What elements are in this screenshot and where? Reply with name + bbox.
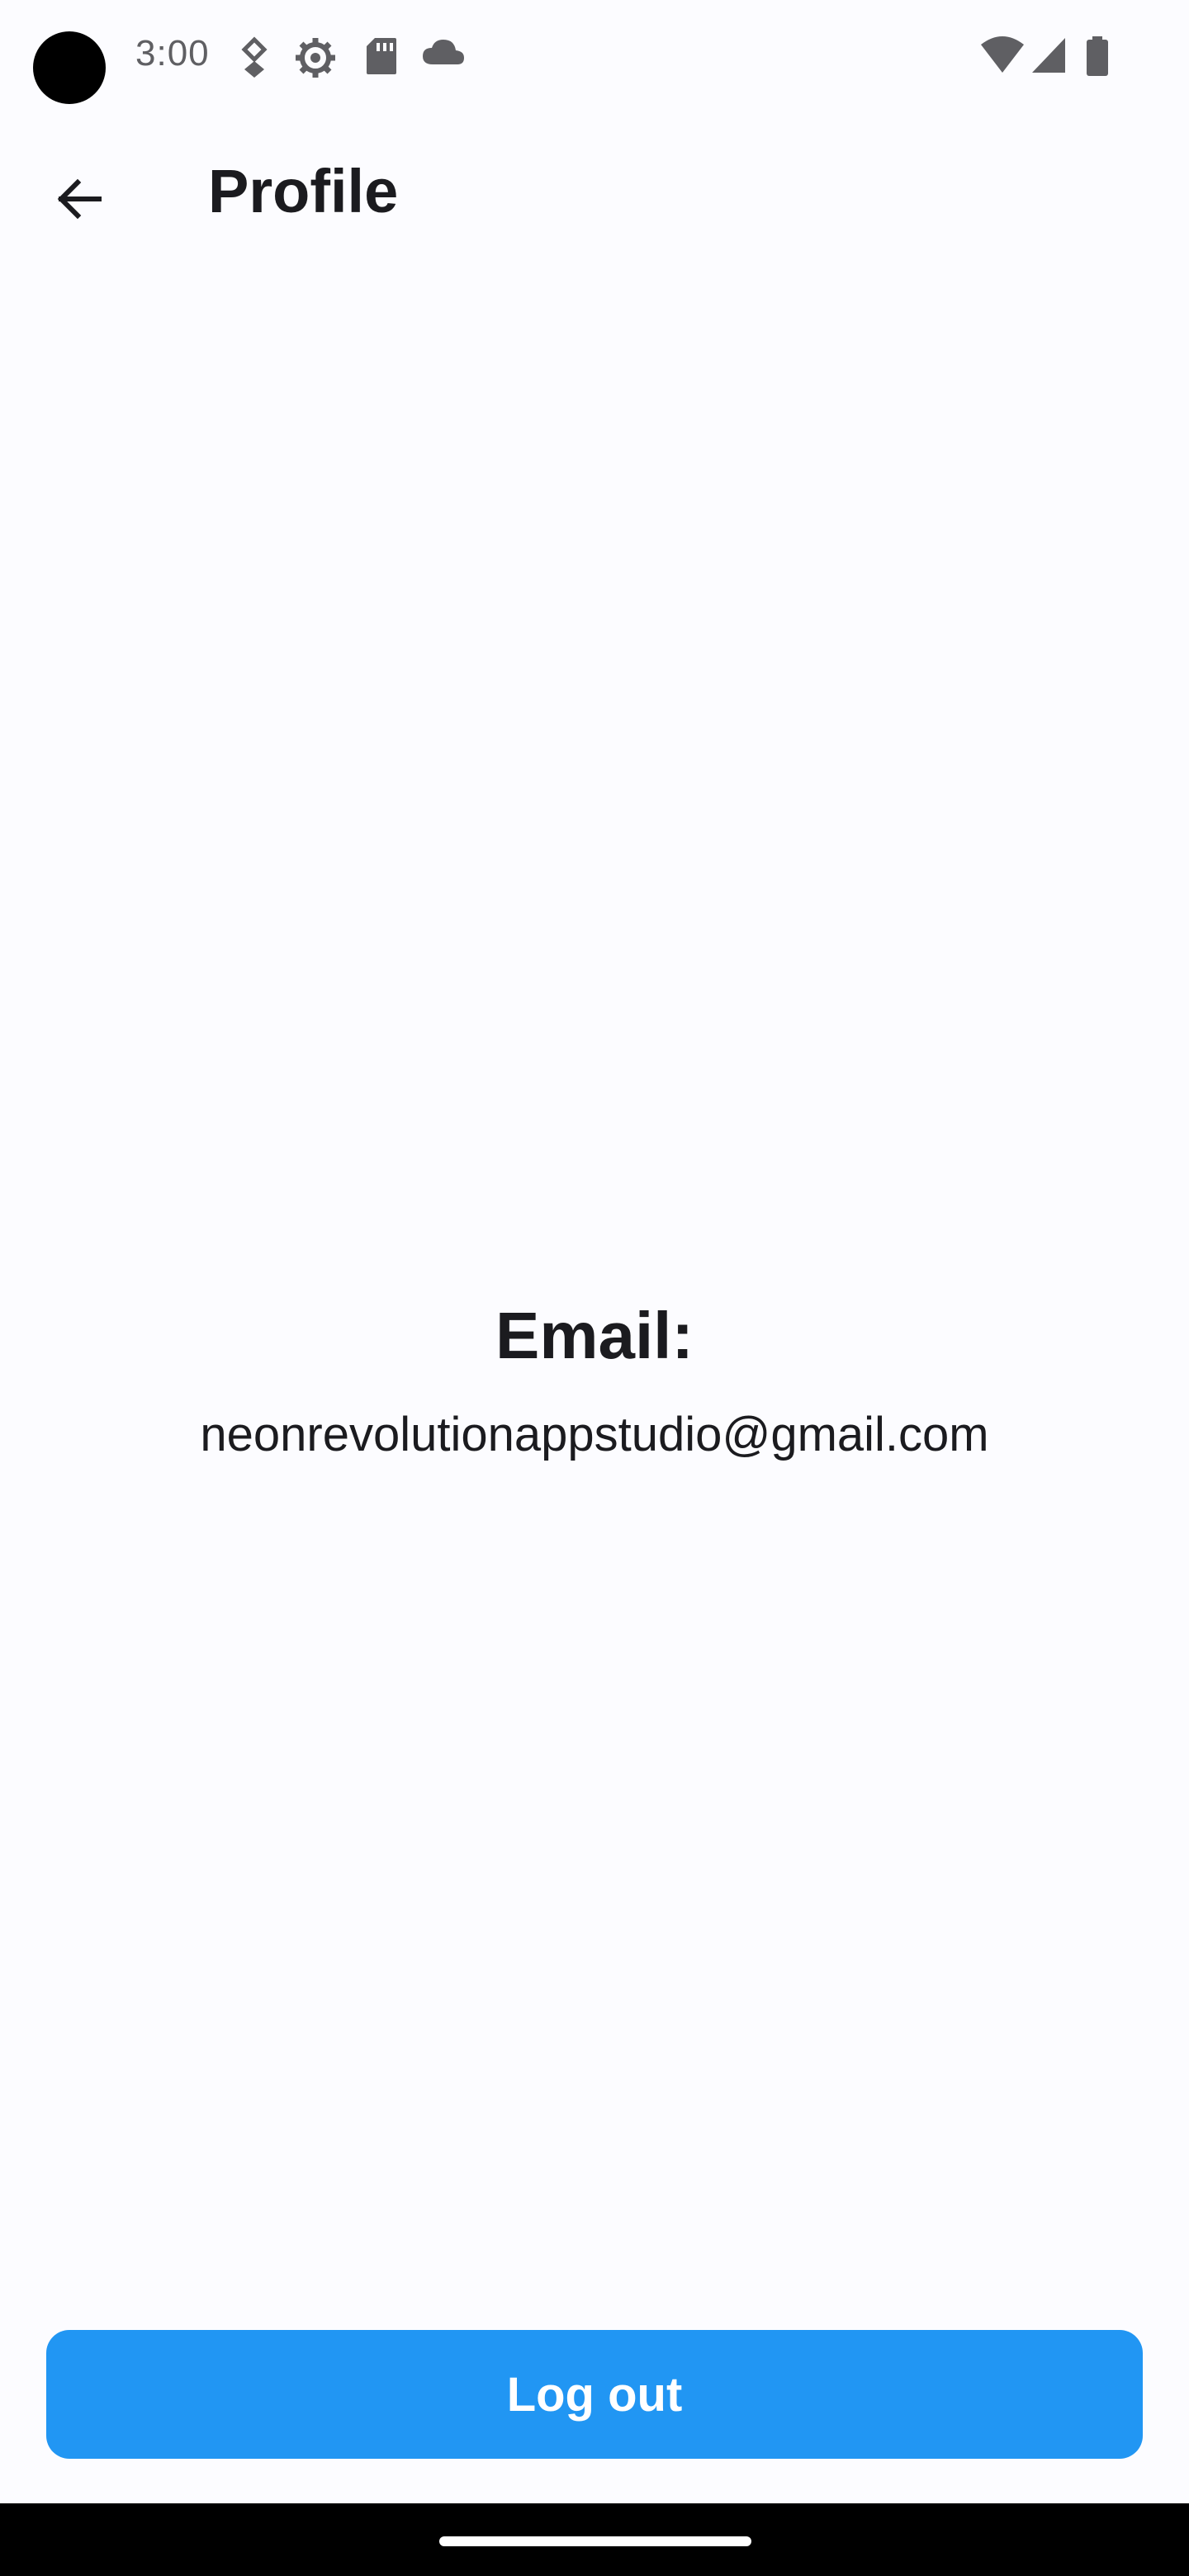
location-icon [239,36,269,79]
logout-button-label: Log out [506,2367,683,2422]
arrow-back-icon [53,173,106,230]
email-heading: Email: [495,1299,694,1372]
logout-button[interactable]: Log out [46,2330,1143,2459]
home-indicator[interactable] [439,2536,751,2546]
status-bar: 3:00 [0,0,1189,116]
back-button[interactable] [40,161,119,240]
sd-card-icon [365,36,398,79]
settings-gear-icon [294,36,337,79]
system-navigation-bar [0,2503,1189,2576]
camera-cutout [33,31,106,104]
battery-icon [1085,36,1110,79]
cloud-icon [421,36,466,79]
wifi-icon [979,36,1026,79]
app-bar: Profile [0,132,1189,256]
email-section: Email: neonrevolutionappstudio@gmail.com [0,1296,1189,1466]
cellular-signal-icon [1030,36,1067,79]
email-value: neonrevolutionappstudio@gmail.com [200,1408,989,1461]
page-title: Profile [208,157,399,225]
status-time: 3:00 [135,33,210,73]
